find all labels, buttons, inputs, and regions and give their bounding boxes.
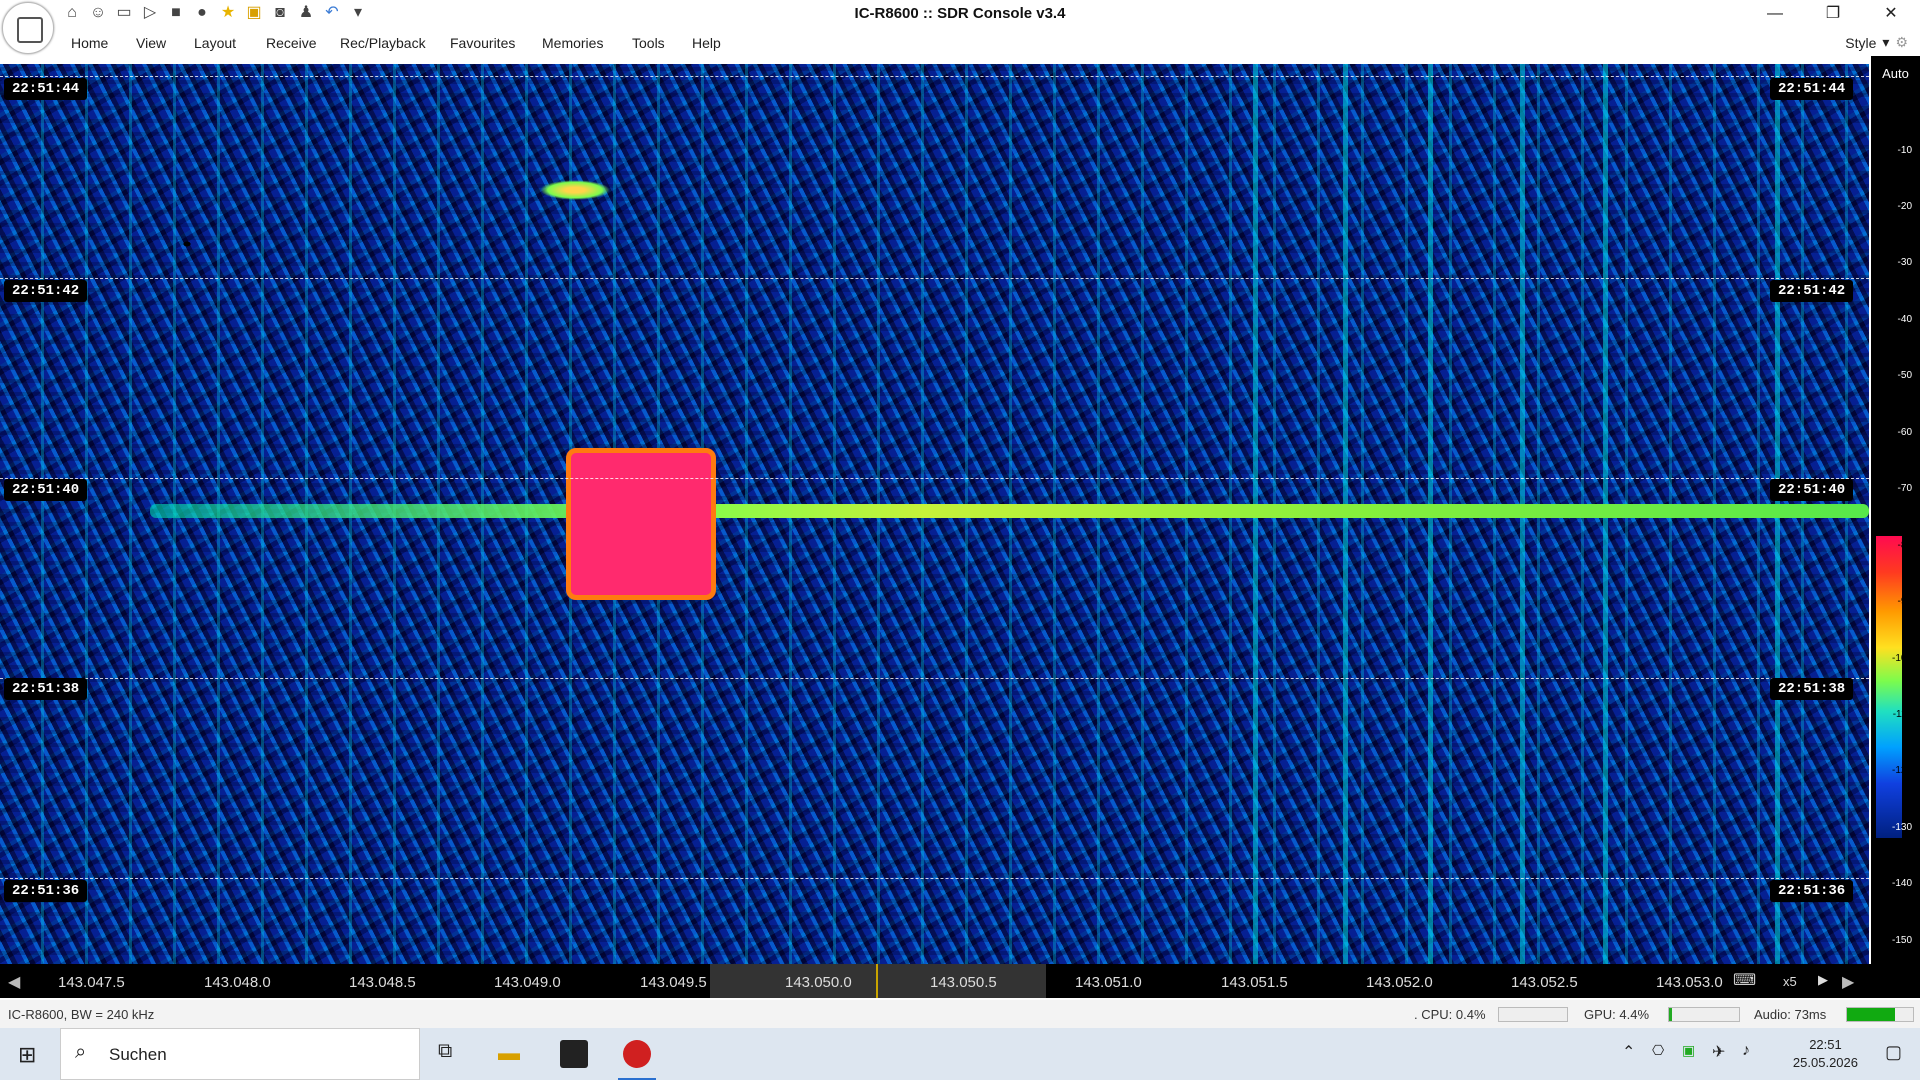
cpu-bar bbox=[1498, 1007, 1568, 1022]
close-button[interactable]: ✕ bbox=[1862, 0, 1920, 28]
chevron-down-icon: ▾ bbox=[1882, 34, 1890, 50]
title-bar: ⌂ ☺ ▭ ▷ ■ ● ★ ▣ ◙ ♟ ↶ ▾ IC-R8600 :: SDR … bbox=[0, 0, 1920, 28]
menu-home[interactable]: Home bbox=[71, 35, 108, 51]
timestamp-right: 22:51:36 bbox=[1770, 880, 1854, 902]
scale-tick: -20 bbox=[1897, 201, 1912, 212]
frequency-ruler[interactable]: ◀ 143.047.5 143.048.0 143.048.5 143.049.… bbox=[0, 964, 1920, 998]
scale-tick: -30 bbox=[1897, 257, 1912, 268]
timestamp-right: 22:51:38 bbox=[1770, 678, 1854, 700]
timestamp-left: 22:51:42 bbox=[4, 280, 88, 302]
taskbar-search[interactable]: ⌕ Suchen bbox=[60, 1028, 420, 1080]
menu-tools[interactable]: Tools bbox=[632, 35, 665, 51]
scale-tick: -150 bbox=[1891, 935, 1912, 946]
menu-layout[interactable]: Layout bbox=[194, 35, 236, 51]
timestamp-left: 22:51:40 bbox=[4, 479, 88, 501]
freq-label: 143.051.5 bbox=[1221, 974, 1288, 991]
waterfall-display[interactable]: 22:51:44 22:51:44 22:51:42 22:51:42 22:5… bbox=[0, 64, 1869, 964]
clock-time: 22:51 bbox=[1809, 1037, 1842, 1052]
gpu-status: GPU: 4.4% bbox=[1584, 1007, 1650, 1022]
gpu-tray-icon[interactable]: ▣ bbox=[1682, 1042, 1695, 1059]
scale-tick: -120 bbox=[1891, 765, 1912, 776]
timestamp-right: 22:51:44 bbox=[1770, 78, 1854, 100]
keyboard-icon[interactable]: ⌨ bbox=[1733, 970, 1756, 990]
menu-favourites[interactable]: Favourites bbox=[450, 35, 515, 51]
taskbar: ⊞ ⌕ Suchen ⧉ ▬ ⌃ ⎔ ▣ ✈ ♪ 22:51 25.05.202… bbox=[0, 1028, 1920, 1080]
audio-status: Audio: 73ms bbox=[1754, 1007, 1827, 1022]
search-placeholder: Suchen bbox=[109, 1045, 167, 1064]
radio-status: IC-R8600, BW = 240 kHz bbox=[8, 1007, 155, 1022]
clock-date: 25.05.2026 bbox=[1792, 1055, 1858, 1070]
clock[interactable]: 22:51 25.05.2026 bbox=[1793, 1036, 1858, 1072]
scale-tick: -10 bbox=[1897, 145, 1912, 156]
windows-start-icon[interactable]: ⊞ bbox=[18, 1042, 36, 1068]
scale-tick: -60 bbox=[1897, 427, 1912, 438]
cpu-status: . CPU: 0.4% bbox=[1414, 1007, 1486, 1022]
app-menu-button[interactable] bbox=[2, 2, 54, 54]
scale-tick: -110 bbox=[1892, 709, 1912, 720]
freq-label: 143.050.5 bbox=[930, 974, 997, 991]
signal-trace bbox=[150, 504, 1869, 518]
freq-label: 143.049.0 bbox=[494, 974, 561, 991]
chevron-up-icon[interactable]: ⌃ bbox=[1622, 1042, 1635, 1062]
network-icon[interactable]: ⎔ bbox=[1652, 1042, 1664, 1059]
timestamp-left: 22:51:38 bbox=[4, 678, 88, 700]
style-menu[interactable]: Style ▾ ⚙ bbox=[1845, 34, 1908, 51]
timestamp-right: 22:51:42 bbox=[1770, 280, 1854, 302]
restore-button[interactable]: ❐ bbox=[1804, 0, 1862, 28]
menu-view[interactable]: View bbox=[136, 35, 166, 51]
window-title: IC-R8600 :: SDR Console v3.4 bbox=[854, 5, 1066, 22]
audio-bar bbox=[1846, 1007, 1914, 1022]
timestamp-right: 22:51:40 bbox=[1770, 479, 1854, 501]
freq-label: 143.049.5 bbox=[640, 974, 707, 991]
play-arrow-icon[interactable]: ▶ bbox=[1818, 972, 1828, 988]
freq-label: 143.050.0 bbox=[785, 974, 852, 991]
signal-blip bbox=[540, 180, 610, 200]
scale-tick: -80 bbox=[1897, 540, 1912, 551]
search-icon: ⌕ bbox=[75, 1041, 87, 1063]
strong-signal bbox=[566, 448, 716, 600]
freq-label: 143.052.0 bbox=[1366, 974, 1433, 991]
gear-icon[interactable]: ⚙ bbox=[1895, 34, 1908, 51]
window-controls: — ❐ ✕ bbox=[1746, 0, 1920, 28]
freq-label: 143.053.0 bbox=[1656, 974, 1723, 991]
scroll-left-icon[interactable]: ◀ bbox=[8, 972, 20, 992]
menu-rec-playback[interactable]: Rec/Playback bbox=[340, 35, 426, 51]
freq-label: 143.051.0 bbox=[1075, 974, 1142, 991]
scale-tick: -40 bbox=[1897, 314, 1912, 325]
status-bar: IC-R8600, BW = 240 kHz . CPU: 0.4% GPU: … bbox=[0, 1000, 1920, 1028]
scale-tick: -90 bbox=[1897, 596, 1912, 607]
terminal-icon[interactable] bbox=[560, 1040, 588, 1068]
task-view-icon[interactable]: ⧉ bbox=[438, 1040, 466, 1068]
menu-memories[interactable]: Memories bbox=[542, 35, 603, 51]
scale-tick: -140 bbox=[1891, 878, 1912, 889]
style-label: Style bbox=[1845, 34, 1877, 51]
scale-tick: -100 bbox=[1891, 653, 1912, 664]
timestamp-left: 22:51:36 bbox=[4, 880, 88, 902]
scale-tick: -70 bbox=[1897, 483, 1912, 494]
menu-receive[interactable]: Receive bbox=[266, 35, 317, 51]
notification-icon[interactable]: ▢ bbox=[1885, 1042, 1902, 1063]
freq-label: 143.047.5 bbox=[58, 974, 125, 991]
file-explorer-icon[interactable]: ▬ bbox=[498, 1040, 526, 1068]
scale-ticks: -10 -20 -30 -40 -50 -60 -70 -80 -90 -100… bbox=[1871, 56, 1920, 964]
scale-tick: -130 bbox=[1891, 822, 1912, 833]
zoom-select[interactable]: x5 bbox=[1783, 974, 1797, 989]
tuning-cursor[interactable] bbox=[876, 964, 878, 998]
airplane-icon[interactable]: ✈ bbox=[1712, 1042, 1725, 1062]
scroll-right-icon[interactable]: ▶ bbox=[1842, 972, 1854, 992]
freq-label: 143.052.5 bbox=[1511, 974, 1578, 991]
freq-label: 143.048.0 bbox=[204, 974, 271, 991]
menu-help[interactable]: Help bbox=[692, 35, 721, 51]
timestamp-left: 22:51:44 bbox=[4, 78, 88, 100]
gpu-bar bbox=[1668, 1007, 1740, 1022]
sdr-console-icon[interactable] bbox=[623, 1040, 651, 1068]
minimize-button[interactable]: — bbox=[1746, 0, 1804, 28]
scale-tick: -50 bbox=[1897, 370, 1912, 381]
volume-icon[interactable]: ♪ bbox=[1742, 1042, 1750, 1060]
freq-label: 143.048.5 bbox=[349, 974, 416, 991]
menu-bar: Home View Layout Receive Rec/Playback Fa… bbox=[0, 30, 1920, 56]
